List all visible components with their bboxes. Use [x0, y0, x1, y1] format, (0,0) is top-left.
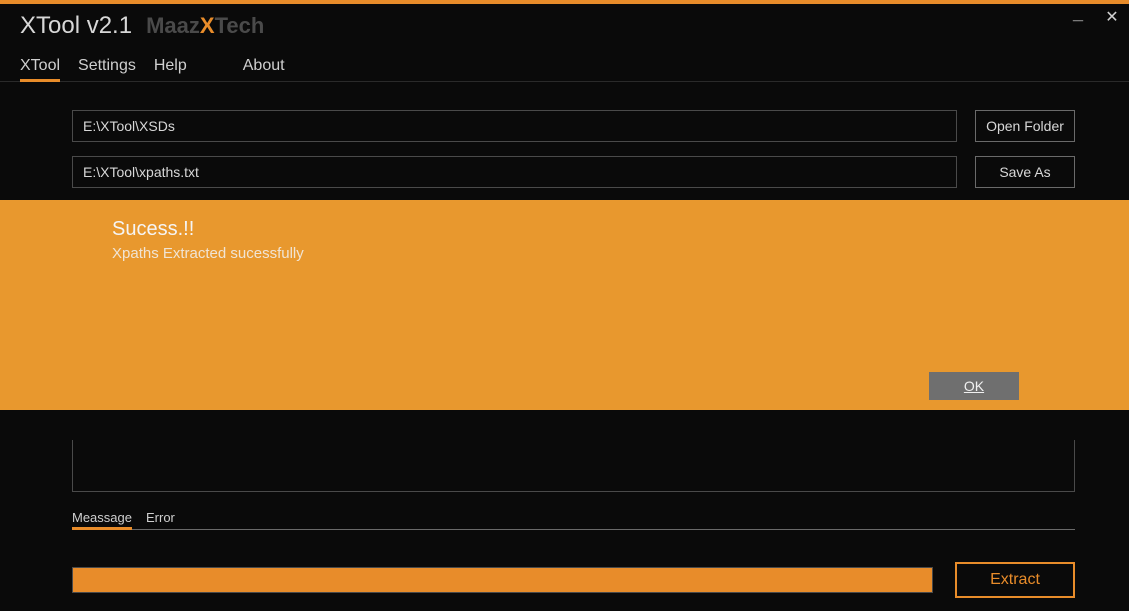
save-row: Save As	[72, 156, 1075, 188]
progress-bar	[72, 567, 933, 593]
dialog-ok-button[interactable]: OK	[929, 372, 1019, 400]
folder-path-input[interactable]	[72, 110, 957, 142]
folder-row: Open Folder	[72, 110, 1075, 142]
minimize-button[interactable]: _	[1061, 4, 1095, 30]
save-as-button[interactable]: Save As	[975, 156, 1075, 188]
dialog-title: Sucess.!!	[112, 218, 1129, 241]
dialog-message: Xpaths Extracted sucessfully	[112, 245, 1129, 262]
open-folder-button[interactable]: Open Folder	[975, 110, 1075, 142]
menu-item-about[interactable]: About	[243, 57, 285, 81]
title-bar: XTool v2.1 Maaz X Tech _ ✕	[0, 4, 1129, 48]
window-controls: _ ✕	[1061, 4, 1129, 30]
menu-item-xtool[interactable]: XTool	[20, 57, 60, 81]
brand-part2: Tech	[215, 13, 265, 39]
output-preview[interactable]	[72, 440, 1075, 492]
brand-accent: X	[200, 13, 215, 39]
footer-row: Extract	[0, 562, 1129, 598]
log-tabs: Meassage Error	[72, 506, 1075, 530]
success-dialog: Sucess.!! Xpaths Extracted sucessfully O…	[0, 200, 1129, 410]
menu-bar: XTool Settings Help About	[0, 48, 1129, 82]
preview-wrap	[0, 440, 1129, 492]
dialog-content: Sucess.!! Xpaths Extracted sucessfully	[0, 200, 1129, 262]
brand-logo: Maaz X Tech	[146, 13, 264, 39]
tab-message[interactable]: Meassage	[72, 510, 132, 529]
extract-button[interactable]: Extract	[955, 562, 1075, 598]
menu-item-help[interactable]: Help	[154, 57, 187, 81]
save-path-input[interactable]	[72, 156, 957, 188]
close-button[interactable]: ✕	[1095, 4, 1129, 30]
tab-error[interactable]: Error	[146, 510, 175, 529]
app-title: XTool v2.1	[20, 12, 132, 40]
brand-part1: Maaz	[146, 13, 200, 39]
menu-item-settings[interactable]: Settings	[78, 57, 136, 81]
